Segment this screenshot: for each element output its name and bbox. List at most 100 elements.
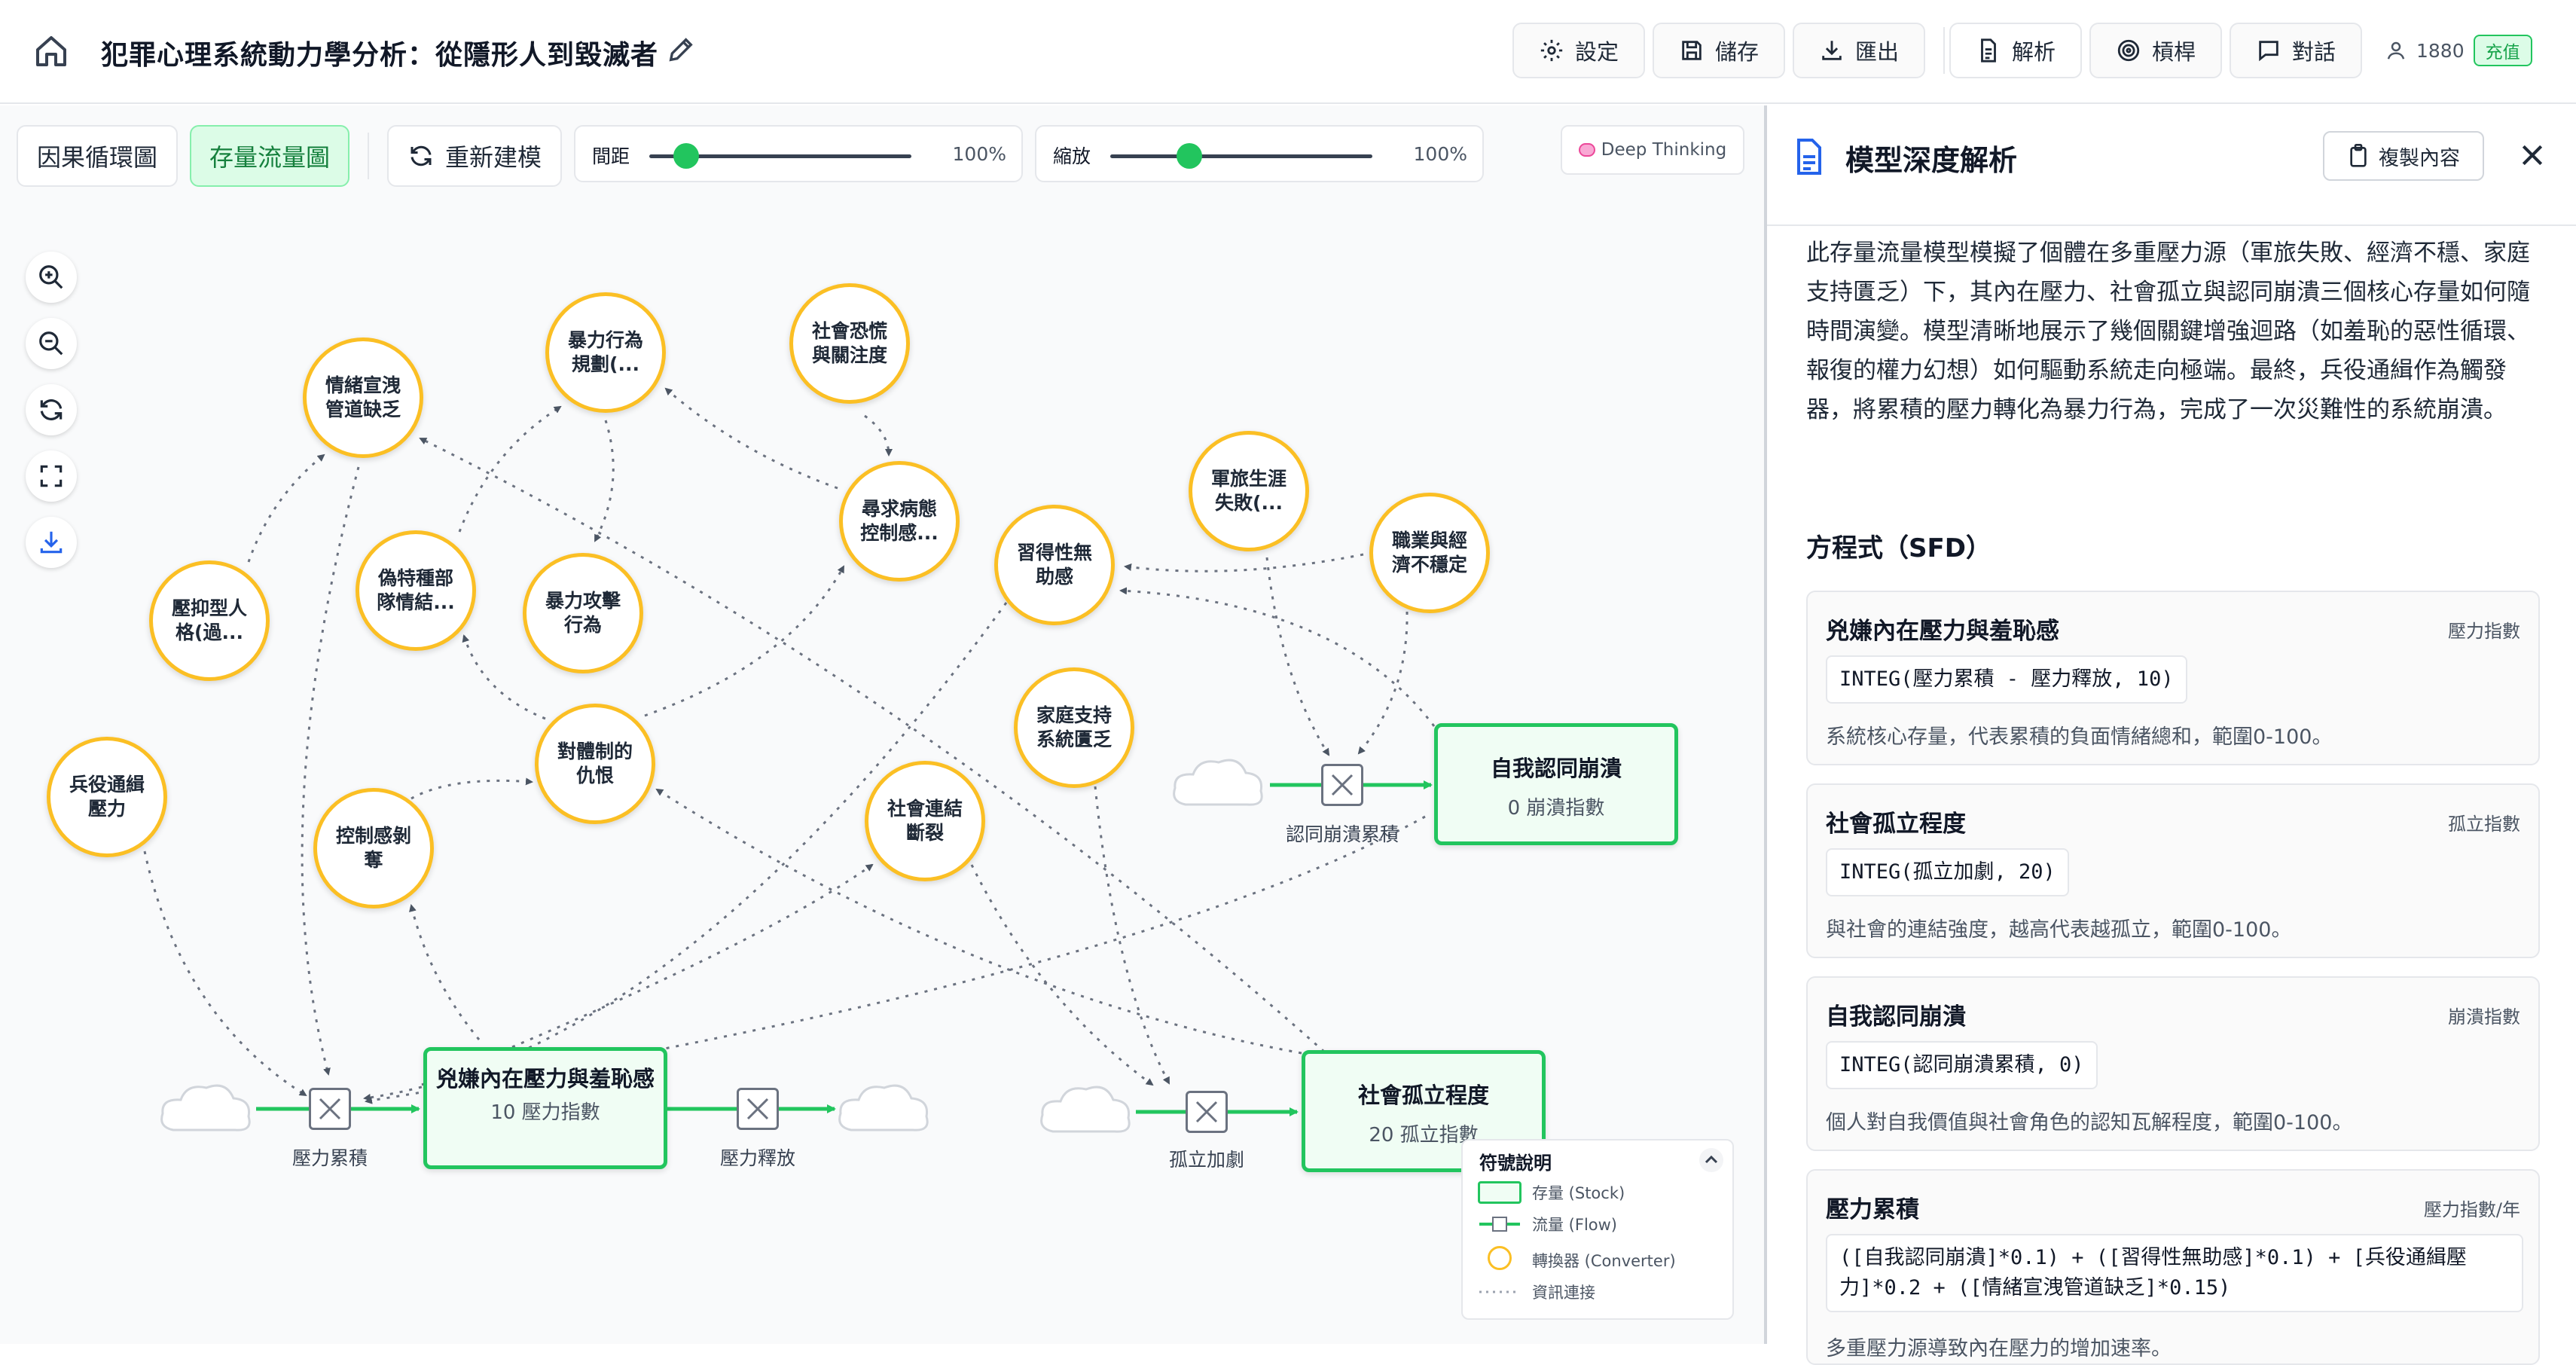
converter-node[interactable]: 控制感剝奪 — [313, 788, 434, 908]
credits-count: 1880 — [2416, 39, 2465, 62]
equation-card: 兇嫌內在壓力與羞恥感 壓力指數 INTEG(壓力累積 - 壓力釋放, 10) 系… — [1806, 591, 2540, 765]
equation-name: 壓力累積 — [1826, 1196, 1919, 1223]
flow-label-identity: 認同崩潰累積 — [1285, 823, 1399, 845]
link-hate-to-pseudo — [462, 634, 546, 720]
legend-label: 存量 (Stock) — [1532, 1184, 1625, 1202]
link-pressure-to-control — [409, 904, 481, 1040]
converter-node[interactable]: 對體制的仇恨 — [535, 704, 655, 824]
flow-label-release: 壓力釋放 — [719, 1147, 795, 1169]
converter-node[interactable]: 暴力攻擊行為 — [523, 553, 643, 673]
flow-valve-identity[interactable] — [1321, 764, 1363, 806]
chat-label: 對話 — [2291, 39, 2336, 65]
analysis-label: 解析 — [2011, 39, 2056, 65]
valve-x-icon — [746, 1098, 769, 1120]
equation-description: 與社會的連結強度，越高代表越孤立，範圍0-100。 — [1826, 918, 2292, 942]
equation-formula: INTEG(孤立加劇, 20) — [1826, 848, 2069, 896]
converter-node[interactable]: 社會恐慌與關注度 — [789, 283, 910, 404]
valve-x-icon — [319, 1098, 341, 1120]
stock-title: 兇嫌內在壓力與羞恥感 — [435, 1066, 655, 1092]
valve-x-icon — [1331, 774, 1354, 796]
clipboard-icon — [2350, 144, 2367, 167]
equation-name: 社會孤立程度 — [1826, 811, 1966, 838]
link-identity-to-helpless — [1119, 587, 1436, 727]
link-repression-to-venting — [247, 453, 325, 563]
equation-formula: INTEG(認同崩潰累積, 0) — [1826, 1041, 2098, 1089]
chat-tab[interactable]: 對話 — [2230, 23, 2362, 78]
flow-valve-release[interactable] — [737, 1088, 779, 1130]
export-label: 匯出 — [1854, 39, 1899, 65]
legend-item-flow: 流量 (Flow) — [1478, 1213, 1617, 1235]
legend-title: 符號說明 — [1479, 1153, 1552, 1174]
converter-node[interactable]: 偽特種部隊情結... — [356, 530, 476, 651]
legend-label: 流量 (Flow) — [1532, 1216, 1617, 1234]
equation-unit: 崩潰指數 — [2448, 1006, 2520, 1028]
flow-swatch-icon — [1479, 1217, 1520, 1232]
legend-item-stock: 存量 (Stock) — [1478, 1181, 1625, 1204]
legend-item-link: 資訊連接 — [1478, 1281, 1595, 1303]
converter-node[interactable]: 職業與經濟不穩定 — [1369, 493, 1490, 613]
equation-card: 自我認同崩潰 崩潰指數 INTEG(認同崩潰累積, 0) 個人對自我價值與社會角… — [1806, 976, 2540, 1151]
converter-node[interactable]: 軍旅生涯失敗(... — [1189, 431, 1309, 551]
flow-label-isolation: 孤立加劇 — [1168, 1149, 1244, 1171]
download-icon — [1822, 41, 1842, 60]
copy-content-button[interactable]: 複製內容 — [2323, 131, 2484, 181]
leverage-tab[interactable]: 槓桿 — [2089, 23, 2222, 78]
stock-inner-pressure[interactable]: 兇嫌內在壓力與羞恥感 10 壓力指數 — [423, 1047, 667, 1169]
flow-valve-accumulation[interactable] — [309, 1088, 351, 1130]
converter-node[interactable]: 社會連結斷裂 — [865, 761, 985, 881]
link-panic-to-morbid — [864, 414, 893, 457]
equation-unit: 孤立指數 — [2448, 814, 2520, 835]
converter-node[interactable]: 家庭支持系統匱乏 — [1014, 667, 1134, 788]
converter-node[interactable]: 尋求病態控制感... — [839, 461, 960, 582]
equation-description: 個人對自我價值與社會角色的認知瓦解程度，範圍0-100。 — [1826, 1111, 2353, 1134]
equation-description: 多重壓力源導致內在壓力的增加速率。 — [1826, 1337, 2172, 1360]
equation-formula: ([自我認同崩潰]*0.1) + ([習得性無助感]*0.1) + [兵役通緝壓… — [1826, 1234, 2523, 1312]
equation-unit: 壓力指數/年 — [2423, 1199, 2520, 1220]
flow-valve-isolation[interactable] — [1186, 1091, 1228, 1133]
target-icon — [2117, 39, 2140, 62]
equation-name: 兇嫌內在壓力與羞恥感 — [1826, 618, 2059, 645]
converter-node[interactable]: 兵役通緝壓力 — [47, 737, 167, 857]
converter-node[interactable]: 壓抑型人格(過... — [149, 560, 270, 681]
link-morbid-to-plan — [664, 387, 838, 490]
converter-node[interactable]: 習得性無助感 — [994, 505, 1115, 625]
converter-node[interactable]: 情緒宣洩管道缺乏 — [303, 337, 423, 458]
equation-card: 壓力累積 壓力指數/年 ([自我認同崩潰]*0.1) + ([習得性無助感]*0… — [1806, 1169, 2540, 1365]
toolbar-divider — [1943, 27, 1945, 74]
stock-identity-collapse[interactable]: 自我認同崩潰 0 崩潰指數 — [1434, 723, 1678, 845]
link-hate-to-morbid — [644, 565, 845, 717]
valve-x-icon — [1195, 1101, 1218, 1123]
panel-title: 模型深度解析 — [1845, 144, 2018, 177]
legend-label: 轉換器 (Converter) — [1532, 1251, 1676, 1270]
model-description: 此存量流量模型模擬了個體在多重壓力源（軍旅失敗、經濟不穩、家庭支持匱乏）下，其內… — [1806, 240, 2530, 423]
legend: 符號說明 存量 (Stock) 流量 (Flow) 轉換器 (Converter… — [1461, 1139, 1734, 1320]
equation-formula: INTEG(壓力累積 - 壓力釋放, 10) — [1826, 655, 2187, 704]
close-icon[interactable] — [2517, 140, 2547, 170]
converter-node[interactable]: 暴力行為規劃(... — [545, 292, 666, 413]
stock-title: 社會孤立程度 — [1357, 1083, 1489, 1108]
analysis-panel: 模型深度解析 複製內容 此存量流量模型模擬了個體在多重壓力源（軍旅失敗、經濟不穩… — [1767, 105, 2576, 1365]
link-control-to-hate — [411, 777, 533, 800]
equation-description: 系統核心存量，代表累積的負面情緒總和，範圍0-100。 — [1826, 725, 2333, 749]
stock-swatch-icon — [1478, 1181, 1521, 1204]
link-venting-to-pressure — [301, 466, 360, 1076]
chevron-up-icon[interactable] — [1699, 1148, 1723, 1172]
link-job-to-helpless — [1124, 553, 1364, 573]
cloud-source-icon — [1173, 759, 1263, 806]
analysis-tab[interactable]: 解析 — [1949, 23, 2082, 78]
equation-name: 自我認同崩潰 — [1826, 1003, 1966, 1031]
leverage-label: 槓桿 — [2151, 39, 2196, 65]
panel-header: 模型深度解析 複製內容 — [1767, 105, 2576, 226]
link-military-to-identity — [1265, 557, 1330, 756]
recharge-button[interactable]: 充值 — [2473, 35, 2532, 66]
equation-card: 社會孤立程度 孤立指數 INTEG(孤立加劇, 20) 與社會的連結強度，越高代… — [1806, 783, 2540, 958]
copy-label: 複製內容 — [2379, 146, 2460, 170]
user-icon — [2387, 41, 2405, 60]
credits-area: 1880 充值 — [2385, 35, 2532, 66]
link-family-to-isolation — [1094, 786, 1170, 1085]
converter-swatch-icon — [1488, 1246, 1512, 1270]
export-button[interactable]: 匯出 — [1793, 23, 1925, 78]
link-pseudo-to-plan — [458, 405, 562, 533]
converter-swatch — [1478, 1246, 1521, 1274]
cloud-sink-icon — [838, 1084, 929, 1131]
